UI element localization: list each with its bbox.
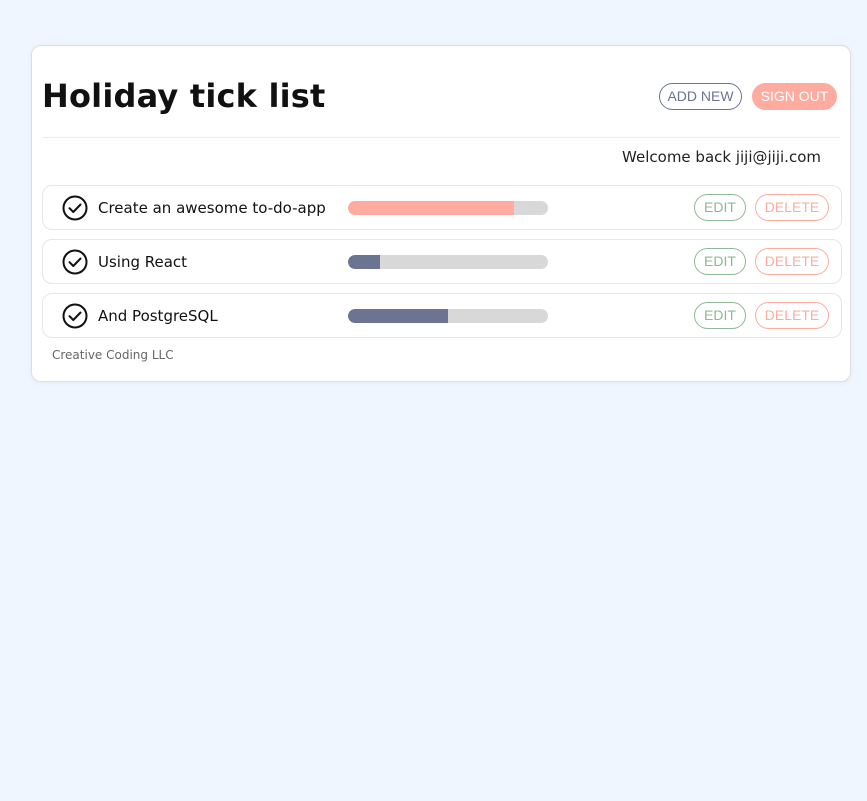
edit-button[interactable]: EDIT <box>694 248 746 275</box>
list-item: Using React EDIT DELETE <box>42 239 842 284</box>
delete-button[interactable]: DELETE <box>755 248 829 275</box>
page-title: Holiday tick list <box>42 77 326 115</box>
footer-text: Creative Coding LLC <box>52 348 174 362</box>
welcome-message: Welcome back jiji@jiji.com <box>622 148 821 166</box>
list-item-title: Create an awesome to-do-app <box>98 199 326 217</box>
progress-bar-fill <box>348 309 448 323</box>
progress-bar <box>348 201 548 215</box>
edit-button[interactable]: EDIT <box>694 194 746 221</box>
delete-button[interactable]: DELETE <box>755 194 829 221</box>
list-item-title: And PostgreSQL <box>98 307 218 325</box>
edit-button[interactable]: EDIT <box>694 302 746 329</box>
check-circle-icon[interactable] <box>62 195 88 221</box>
sign-out-button[interactable]: SIGN OUT <box>752 83 837 110</box>
list-item: And PostgreSQL EDIT DELETE <box>42 293 842 338</box>
delete-button[interactable]: DELETE <box>755 302 829 329</box>
progress-bar-fill <box>348 255 380 269</box>
progress-bar <box>348 255 548 269</box>
progress-bar <box>348 309 548 323</box>
nav-bar: Holiday tick list ADD NEW SIGN OUT <box>42 46 840 138</box>
add-new-button[interactable]: ADD NEW <box>659 83 742 110</box>
progress-bar-fill <box>348 201 514 215</box>
list-item: Create an awesome to-do-app EDIT DELETE <box>42 185 842 230</box>
check-circle-icon[interactable] <box>62 303 88 329</box>
app-card: Holiday tick list ADD NEW SIGN OUT Welco… <box>31 45 851 382</box>
check-circle-icon[interactable] <box>62 249 88 275</box>
list-item-title: Using React <box>98 253 188 271</box>
